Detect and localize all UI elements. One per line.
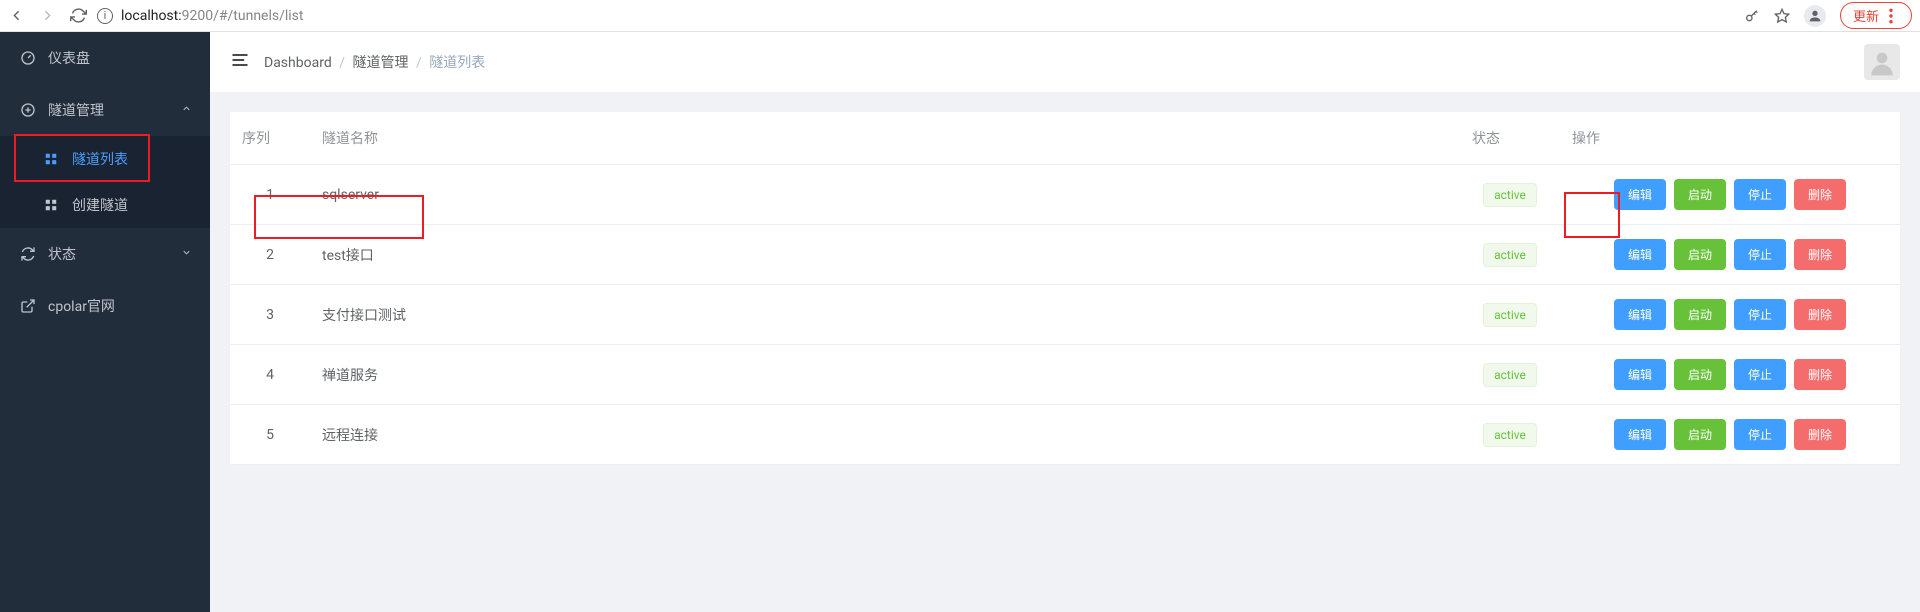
edit-button[interactable]: 编辑 — [1614, 419, 1666, 450]
cell-seq: 5 — [230, 405, 310, 465]
th-ops: 操作 — [1560, 112, 1900, 165]
stop-button[interactable]: 停止 — [1734, 359, 1786, 390]
th-seq: 序列 — [230, 112, 310, 165]
bookmark-star-icon[interactable] — [1774, 8, 1790, 24]
gauge-icon — [20, 50, 36, 66]
delete-button[interactable]: 删除 — [1794, 239, 1846, 270]
menu-toggle-icon[interactable] — [230, 50, 250, 74]
cell-status: active — [1460, 225, 1560, 285]
stop-button[interactable]: 停止 — [1734, 239, 1786, 270]
stop-button[interactable]: 停止 — [1734, 299, 1786, 330]
table-row: 3支付接口测试 active 编辑启动停止删除 — [230, 285, 1900, 345]
delete-button[interactable]: 删除 — [1794, 419, 1846, 450]
edit-button[interactable]: 编辑 — [1614, 359, 1666, 390]
cell-seq: 1 — [230, 165, 310, 225]
user-avatar[interactable] — [1864, 44, 1900, 80]
start-button[interactable]: 启动 — [1674, 419, 1726, 450]
sidebar-item-label: 仪表盘 — [48, 48, 90, 68]
stop-button[interactable]: 停止 — [1734, 179, 1786, 210]
start-button[interactable]: 启动 — [1674, 359, 1726, 390]
profile-icon[interactable] — [1804, 5, 1826, 27]
nav-back-icon[interactable] — [8, 7, 25, 24]
sidebar-item-cpolar-site[interactable]: cpolar官网 — [0, 280, 210, 332]
sidebar-item-label: 隧道管理 — [48, 100, 104, 120]
sidebar-item-create-tunnel[interactable]: 创建隧道 — [0, 182, 210, 228]
delete-button[interactable]: 删除 — [1794, 299, 1846, 330]
status-badge: active — [1483, 363, 1537, 387]
browser-toolbar: i localhost:9200/#/tunnels/list 更新 — [0, 0, 1920, 32]
cell-name: 远程连接 — [310, 405, 1460, 465]
cell-status: active — [1460, 345, 1560, 405]
table-row: 2test接口 active 编辑启动停止删除 — [230, 225, 1900, 285]
sidebar-item-label: 隧道列表 — [72, 149, 128, 169]
plus-circle-icon — [20, 102, 36, 118]
delete-button[interactable]: 删除 — [1794, 359, 1846, 390]
site-info-icon[interactable]: i — [97, 8, 113, 24]
breadcrumb: Dashboard / 隧道管理 / 隧道列表 — [264, 52, 485, 72]
tunnel-table: 序列 隧道名称 状态 操作 1sqlserveractive编辑启动停止删除2t… — [230, 112, 1900, 465]
status-badge: active — [1483, 423, 1537, 447]
cell-name: 支付接口测试 — [310, 285, 1460, 345]
cell-status: active — [1460, 285, 1560, 345]
sidebar-item-tunnel-mgmt[interactable]: 隧道管理 — [0, 84, 210, 136]
th-name: 隧道名称 — [310, 112, 1460, 165]
start-button[interactable]: 启动 — [1674, 179, 1726, 210]
edit-button[interactable]: 编辑 — [1614, 299, 1666, 330]
sidebar: 仪表盘 隧道管理 隧道列表 创建隧道 状态 cpolar官网 — [0, 32, 210, 612]
refresh-icon — [20, 246, 36, 262]
sidebar-item-label: cpolar官网 — [48, 296, 115, 316]
breadcrumb-last: 隧道列表 — [429, 55, 485, 71]
cell-seq: 4 — [230, 345, 310, 405]
sidebar-item-tunnel-list[interactable]: 隧道列表 — [0, 136, 210, 182]
grid-icon — [44, 152, 60, 166]
topbar: Dashboard / 隧道管理 / 隧道列表 — [210, 32, 1920, 92]
chevron-up-icon — [181, 102, 192, 118]
url-path: 9200/#/tunnels/list — [182, 8, 304, 24]
start-button[interactable]: 启动 — [1674, 239, 1726, 270]
table-row: 1sqlserver active 编辑启动停止删除 — [230, 165, 1900, 225]
th-status: 状态 — [1460, 112, 1560, 165]
sidebar-item-label: 创建隧道 — [72, 195, 128, 215]
cell-seq: 3 — [230, 285, 310, 345]
sidebar-item-dashboard[interactable]: 仪表盘 — [0, 32, 210, 84]
cell-status: active — [1460, 165, 1560, 225]
cell-name: test接口 — [310, 225, 1460, 285]
cell-name: sqlserver — [310, 165, 1460, 225]
chevron-down-icon — [181, 246, 192, 262]
status-badge: active — [1483, 183, 1537, 207]
status-badge: active — [1483, 303, 1537, 327]
table-row: 4禅道服务 active 编辑启动停止删除 — [230, 345, 1900, 405]
browser-update-button[interactable]: 更新 — [1840, 2, 1912, 29]
external-link-icon — [20, 298, 36, 314]
edit-button[interactable]: 编辑 — [1614, 239, 1666, 270]
cell-name: 禅道服务 — [310, 345, 1460, 405]
nav-forward-icon[interactable] — [39, 7, 56, 24]
start-button[interactable]: 启动 — [1674, 299, 1726, 330]
breadcrumb-root[interactable]: Dashboard — [264, 55, 332, 71]
address-bar[interactable]: i localhost:9200/#/tunnels/list — [97, 8, 1734, 24]
url-host: localhost: — [121, 8, 182, 24]
table-row: 5远程连接 active 编辑启动停止删除 — [230, 405, 1900, 465]
breadcrumb-mid[interactable]: 隧道管理 — [352, 55, 408, 71]
key-icon[interactable] — [1744, 8, 1760, 24]
sidebar-item-status[interactable]: 状态 — [0, 228, 210, 280]
delete-button[interactable]: 删除 — [1794, 179, 1846, 210]
stop-button[interactable]: 停止 — [1734, 419, 1786, 450]
sidebar-item-label: 状态 — [48, 244, 76, 264]
cell-status: active — [1460, 405, 1560, 465]
status-badge: active — [1483, 243, 1537, 267]
grid-icon — [44, 198, 60, 212]
cell-seq: 2 — [230, 225, 310, 285]
edit-button[interactable]: 编辑 — [1614, 179, 1666, 210]
nav-reload-icon[interactable] — [70, 7, 87, 24]
